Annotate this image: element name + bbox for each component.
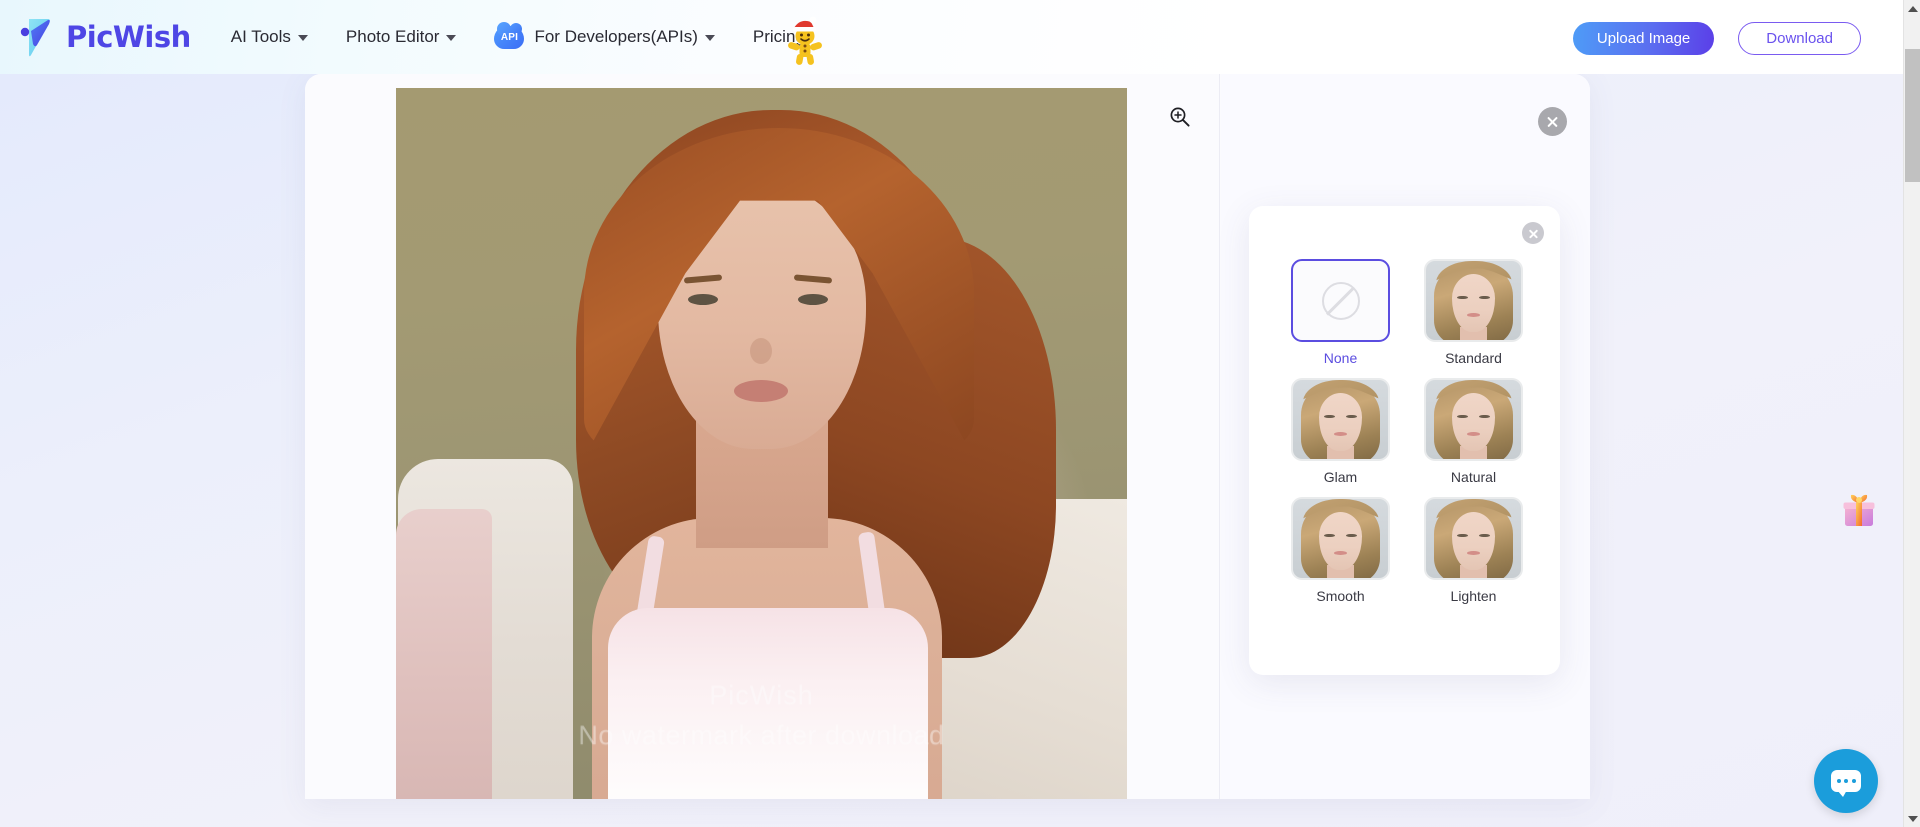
scroll-down-arrow-icon[interactable] (1904, 810, 1920, 827)
chevron-down-icon (297, 35, 308, 41)
header-actions: Upload Image Download (1572, 22, 1861, 55)
main-nav: AI Tools Photo Editor API For Developers… (231, 21, 843, 49)
face-thumbnail-icon (1293, 380, 1388, 459)
picwish-logo-icon (18, 15, 58, 59)
nav-item-photo-editor[interactable]: Photo Editor (346, 27, 457, 47)
photo-blanket (396, 509, 492, 799)
close-retouch-panel-button[interactable] (1522, 222, 1544, 244)
photo-eye-left (688, 294, 718, 305)
style-thumbnail (1424, 378, 1523, 461)
style-label: None (1323, 350, 1358, 366)
app-root: PicWish AI Tools Photo Editor API For De… (0, 0, 1920, 827)
retouch-style-grid: None Standard Glam Natural Smooth Lighte… (1291, 259, 1523, 605)
style-label: Standard (1445, 350, 1502, 366)
scroll-up-arrow-icon[interactable] (1904, 0, 1920, 17)
nav-item-ai-tools[interactable]: AI Tools (231, 27, 308, 47)
face-thumbnail-icon (1293, 499, 1388, 578)
photo-eye-right (798, 294, 828, 305)
retouch-style-panel: None Standard Glam Natural Smooth Lighte… (1249, 206, 1560, 675)
style-label: Glam (1323, 469, 1358, 485)
style-option-standard[interactable]: Standard (1424, 259, 1523, 367)
style-thumbnail (1424, 259, 1523, 342)
style-thumbnail (1291, 378, 1390, 461)
gingerbread-man-santa-hat-icon[interactable] (783, 16, 827, 66)
photo-lips (734, 380, 788, 402)
style-label: Natural (1450, 469, 1497, 485)
nav-label: AI Tools (230, 27, 291, 46)
zoom-in-magnifier-icon (1170, 107, 1190, 127)
close-icon (1546, 115, 1559, 128)
style-option-natural[interactable]: Natural (1424, 378, 1523, 486)
face-thumbnail-icon (1426, 380, 1521, 459)
brand-name: PicWish (66, 20, 191, 54)
no-style-slash-icon (1321, 281, 1360, 320)
style-label: Smooth (1316, 588, 1365, 604)
style-thumbnail (1291, 497, 1390, 580)
close-icon (1528, 228, 1539, 239)
chat-support-button[interactable] (1814, 749, 1878, 813)
style-option-glam[interactable]: Glam (1291, 378, 1390, 486)
style-thumbnail (1424, 497, 1523, 580)
style-option-lighten[interactable]: Lighten (1424, 497, 1523, 605)
api-badge-text: API (500, 31, 519, 43)
nav-label: Photo Editor (345, 27, 440, 46)
gift-box-button[interactable] (1836, 487, 1882, 533)
upload-image-button[interactable]: Upload Image (1572, 22, 1715, 55)
photo-nose (750, 338, 772, 364)
style-thumbnail (1291, 259, 1390, 342)
site-header: PicWish AI Tools Photo Editor API For De… (0, 0, 1903, 74)
nav-label: For Developers(APIs) (534, 27, 698, 46)
page-scrollbar[interactable] (1903, 0, 1920, 827)
face-thumbnail-icon (1426, 499, 1521, 578)
zoom-in-button[interactable] (1163, 100, 1197, 134)
nav-item-for-developers[interactable]: API For Developers(APIs) (494, 21, 715, 49)
edited-photo[interactable]: PicWish No watermark after download (396, 88, 1127, 799)
style-option-none[interactable]: None (1291, 259, 1390, 367)
face-thumbnail-icon (1426, 261, 1521, 340)
chevron-down-icon (446, 35, 457, 41)
chat-bubble-icon (1831, 770, 1861, 797)
style-option-smooth[interactable]: Smooth (1291, 497, 1390, 605)
gift-box-icon (1843, 494, 1875, 526)
chevron-down-icon (704, 35, 715, 41)
api-cloud-badge-icon: API (494, 21, 525, 49)
brand-logo[interactable]: PicWish (18, 15, 191, 59)
close-panel-button[interactable] (1538, 107, 1567, 136)
download-button[interactable]: Download (1738, 22, 1861, 55)
image-canvas-pane: PicWish No watermark after download (305, 74, 1220, 799)
style-label: Lighten (1450, 588, 1497, 604)
photo-top-garment (608, 608, 928, 799)
scrollbar-thumb[interactable] (1905, 49, 1920, 182)
